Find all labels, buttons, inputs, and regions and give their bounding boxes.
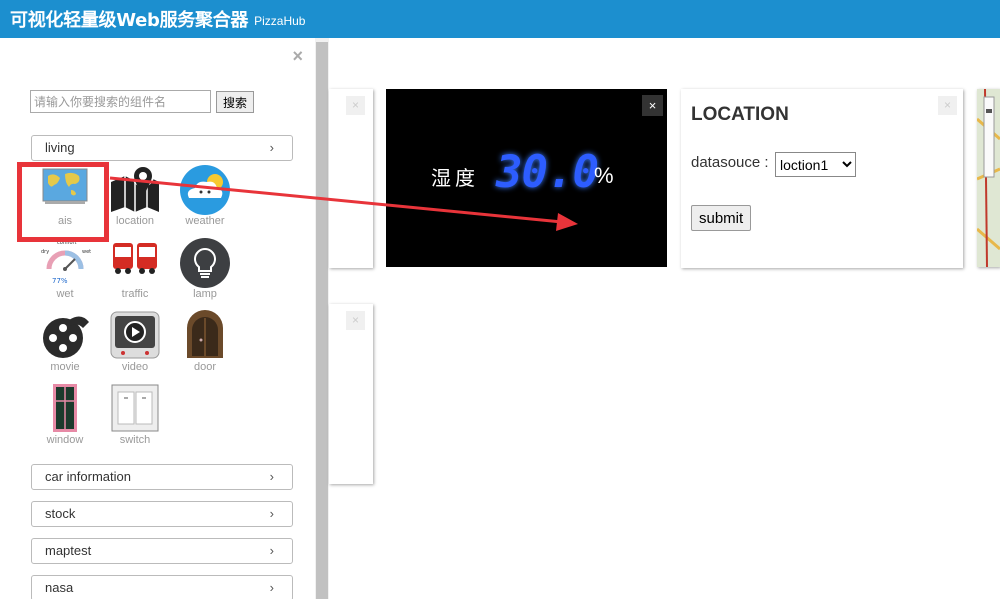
scrollbar-thumb[interactable] [316,42,328,599]
widget-label: weather [185,215,225,227]
category-maptest[interactable]: maptest › [31,538,293,564]
category-label: maptest [45,543,92,558]
widget-label: wet [56,288,74,300]
category-label: stock [45,506,76,521]
humidity-widget: × 湿度 30.0 % [386,89,667,267]
humidity-unit: % [594,163,614,188]
app-header: 可视化轻量级Web服务聚合器 PizzaHub [0,0,1000,38]
widget-label: door [193,361,217,373]
humidity-label: 湿度 [431,166,479,190]
search-bar: 搜索 [30,90,255,113]
widget-label: movie [50,361,80,373]
chevron-right-icon: › [269,140,274,155]
chevron-right-icon: › [269,506,274,521]
video-player-icon [110,311,160,359]
submit-button[interactable]: submit [691,205,752,231]
card-close-icon[interactable]: × [938,96,957,115]
search-input[interactable] [30,90,211,113]
card-close-icon[interactable]: × [346,311,365,330]
widget-label: video [121,361,149,373]
chevron-right-icon: › [269,469,274,484]
chevron-right-icon: › [269,543,274,558]
map-widget[interactable] [977,89,1000,267]
weather-icon [180,165,230,215]
widget-label: switch [119,434,151,446]
widget-label: location [116,215,154,227]
widget-label: lamp [193,288,217,300]
widget-weather[interactable]: weather [170,164,240,237]
door-icon [187,310,223,358]
selection-highlight [17,162,109,242]
widget-traffic[interactable]: traffic [100,237,170,310]
category-nasa[interactable]: nasa › [31,575,293,599]
empty-widget-card: × [329,304,373,484]
category-car-information[interactable]: car information › [31,464,293,490]
datasource-select[interactable]: loction1 [775,152,856,177]
widget-switch[interactable]: switch [100,383,170,456]
light-switch-icon [111,384,159,432]
bus-icon [113,243,157,274]
card-close-icon[interactable]: × [346,96,365,115]
humidity-value: 30.0 [496,147,599,198]
category-stock[interactable]: stock › [31,501,293,527]
app-title: 可视化轻量级Web服务聚合器 [10,10,249,31]
empty-widget-card: × [329,89,373,268]
location-widget: × LOCATION datasouce : loction1 submit [681,89,963,268]
widget-lamp[interactable]: lamp [170,237,240,310]
widget-label: window [46,434,84,446]
category-label: nasa [45,580,74,595]
map-tile-image [977,89,1000,267]
category-label: living [45,140,75,155]
gauge-icon: comfort dry wet 77% [41,240,91,285]
map-pin-icon [111,165,159,213]
search-button[interactable]: 搜索 [216,91,255,113]
chevron-right-icon: › [269,580,274,595]
gauge-dry-label: dry [41,249,49,255]
widget-label: traffic [121,288,149,300]
widget-door[interactable]: door [170,310,240,383]
category-living[interactable]: living › [31,135,293,161]
humidity-close-icon[interactable]: × [642,95,663,116]
sidebar-scrollbar[interactable] [315,38,329,599]
film-reel-icon [43,316,89,358]
app-subtitle: PizzaHub [254,14,306,28]
datasource-label: datasouce : [691,154,769,171]
gauge-wet-label: wet [82,249,91,255]
lightbulb-icon [180,238,230,288]
location-title: LOCATION [691,104,789,125]
window-icon [53,384,77,432]
widget-window[interactable]: window [30,383,100,456]
widget-sidebar: × 搜索 living › ais location [0,38,315,599]
widget-movie[interactable]: movie [30,310,100,383]
gauge-value: 77% [52,277,68,285]
widget-location[interactable]: location [100,164,170,237]
widget-wet[interactable]: comfort dry wet 77% wet [30,237,100,310]
category-label: car information [45,469,131,484]
sidebar-close-icon[interactable]: × [292,46,303,67]
widget-video[interactable]: video [100,310,170,383]
